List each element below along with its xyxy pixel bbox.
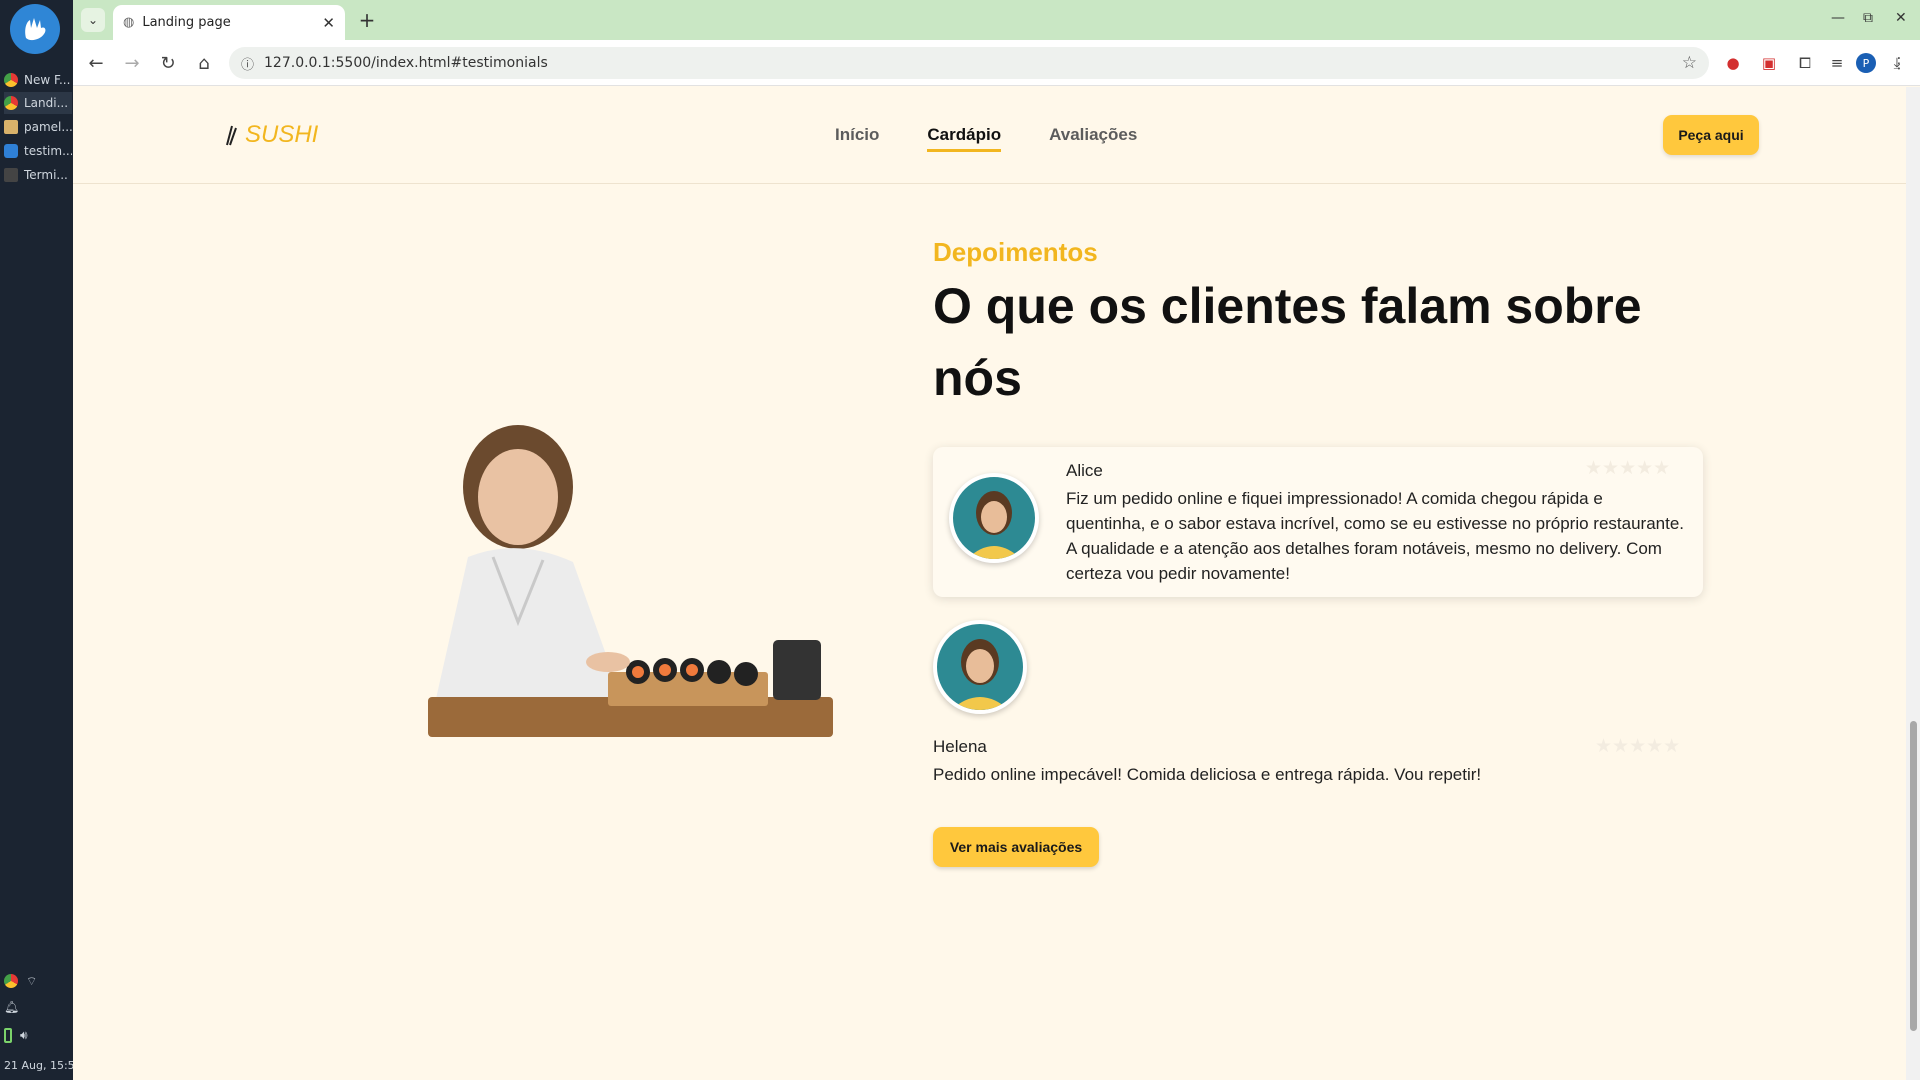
desktop-taskbar: New F... Landi... pamel... testim... Ter… — [0, 0, 82, 1080]
star-rating-helena: ★★★★★ — [1595, 735, 1681, 757]
sushi-chef-image — [428, 425, 833, 737]
bookmark-star-icon[interactable]: ☆ — [1682, 53, 1697, 73]
forward-icon[interactable]: → — [119, 50, 145, 76]
review-text: Fiz um pedido online e fiquei impression… — [1066, 489, 1685, 583]
section-headline: O que os clientes falam sobre nós — [933, 278, 1642, 406]
volume-icon[interactable]: 🔊︎ — [20, 1028, 28, 1043]
page-scrollbar[interactable] — [1906, 87, 1920, 1080]
profile-avatar[interactable]: P — [1856, 53, 1876, 73]
reviewer-name: Alice — [1066, 461, 1103, 480]
tab-title: Landing page — [142, 15, 231, 30]
close-window-icon[interactable]: ✕ — [1895, 10, 1907, 26]
extensions-puzzle-icon[interactable]: ⧠ — [1793, 51, 1817, 75]
logo-text: SUSHI — [245, 121, 319, 148]
back-icon[interactable]: ← — [83, 50, 109, 76]
reload-icon[interactable]: ↻ — [155, 50, 181, 76]
minimize-icon[interactable]: — — [1831, 10, 1845, 26]
new-tab-button[interactable]: + — [355, 8, 379, 32]
reviewer-avatar — [949, 473, 1039, 563]
close-tab-icon[interactable]: ✕ — [322, 14, 335, 32]
xfce-menu-icon[interactable] — [10, 4, 60, 54]
review-text-helena: Pedido online impecável! Comida delicios… — [933, 765, 1482, 784]
folder-icon — [4, 120, 18, 134]
chopsticks-icon — [226, 125, 237, 146]
restore-icon[interactable]: ⧉ — [1863, 10, 1873, 26]
home-icon[interactable]: ⌂ — [191, 50, 217, 76]
url-text: 127.0.0.1:5500/index.html#testimonials — [264, 55, 548, 71]
taskbar-item-label: Landi... — [24, 96, 69, 110]
tab-landing-page[interactable]: ◍ Landing page ✕ — [113, 5, 345, 40]
reviewer-avatar-helena — [933, 620, 1027, 714]
main-nav: Início Cardápio Avaliações — [835, 125, 1137, 152]
tab-strip: ⌄ ◍ Landing page ✕ + — ⧉ ✕ — [73, 0, 1920, 40]
taskbar-item-landing[interactable]: Landi... — [4, 92, 72, 114]
chrome-tray-icon[interactable] — [4, 974, 18, 988]
section-eyebrow: Depoimentos — [933, 237, 1098, 267]
browser-toolbar: ← → ↻ ⌂ ⓘ 127.0.0.1:5500/index.html#test… — [73, 40, 1920, 86]
tray-status: 🔊︎ — [4, 1028, 28, 1043]
review-card-alice: Alice ★★★★★ Fiz um pedido online e fique… — [933, 447, 1703, 597]
nav-cardapio[interactable]: Cardápio — [927, 125, 1002, 152]
star-rating: ★★★★★ — [1585, 457, 1671, 479]
scrollbar-thumb[interactable] — [1910, 721, 1917, 1031]
recorder-extension-icon[interactable]: ▣ — [1757, 51, 1781, 75]
browser-window: ⌄ ◍ Landing page ✕ + — ⧉ ✕ ← → ↻ ⌂ ⓘ 127… — [73, 0, 1920, 1080]
media-control-icon[interactable]: ≡ — [1825, 51, 1849, 75]
more-reviews-button[interactable]: Ver mais avaliações — [933, 827, 1099, 867]
order-button[interactable]: Peça aqui — [1663, 115, 1759, 155]
address-bar[interactable]: ⓘ 127.0.0.1:5500/index.html#testimonials… — [229, 47, 1709, 79]
site-info-icon[interactable]: ⓘ — [241, 54, 254, 73]
taskbar-item-label: New F... — [24, 73, 71, 87]
browser-menu-icon[interactable]: ⋮ — [1887, 51, 1911, 75]
notification-bell-icon[interactable]: 🔔︎ — [4, 1000, 19, 1014]
taskbar-item-new-file[interactable]: New F... — [4, 69, 72, 91]
taskbar-item-label: testim... — [24, 144, 72, 158]
nav-inicio[interactable]: Início — [835, 125, 879, 152]
tab-search-button[interactable]: ⌄ — [81, 8, 105, 32]
page-viewport: SUSHI Início Cardápio Avaliações Peça aq… — [73, 87, 1906, 1080]
battery-icon[interactable] — [4, 1028, 12, 1043]
globe-icon: ◍ — [123, 15, 135, 30]
opera-extension-icon[interactable]: ● — [1721, 51, 1745, 75]
taskbar-item-folder[interactable]: pamel... — [4, 116, 72, 138]
site-header: SUSHI Início Cardápio Avaliações Peça aq… — [73, 87, 1906, 184]
clock[interactable]: 21 Aug, 15:52 — [4, 1059, 82, 1072]
vscode-icon — [4, 144, 18, 158]
site-logo[interactable]: SUSHI — [223, 121, 318, 149]
taskbar-item-vscode[interactable]: testim... — [4, 140, 72, 162]
taskbar-item-terminal[interactable]: Termi... — [4, 164, 72, 186]
nav-avaliacoes[interactable]: Avaliações — [1049, 125, 1137, 152]
terminal-icon — [4, 168, 18, 182]
reviewer-name-helena: Helena — [933, 737, 987, 756]
system-tray: ⌔ — [4, 974, 37, 989]
chrome-icon — [4, 96, 18, 110]
taskbar-item-label: pamel... — [24, 120, 72, 134]
chrome-icon — [4, 73, 18, 87]
taskbar-item-label: Termi... — [24, 168, 68, 182]
wifi-icon[interactable]: ⌔ — [26, 974, 37, 989]
